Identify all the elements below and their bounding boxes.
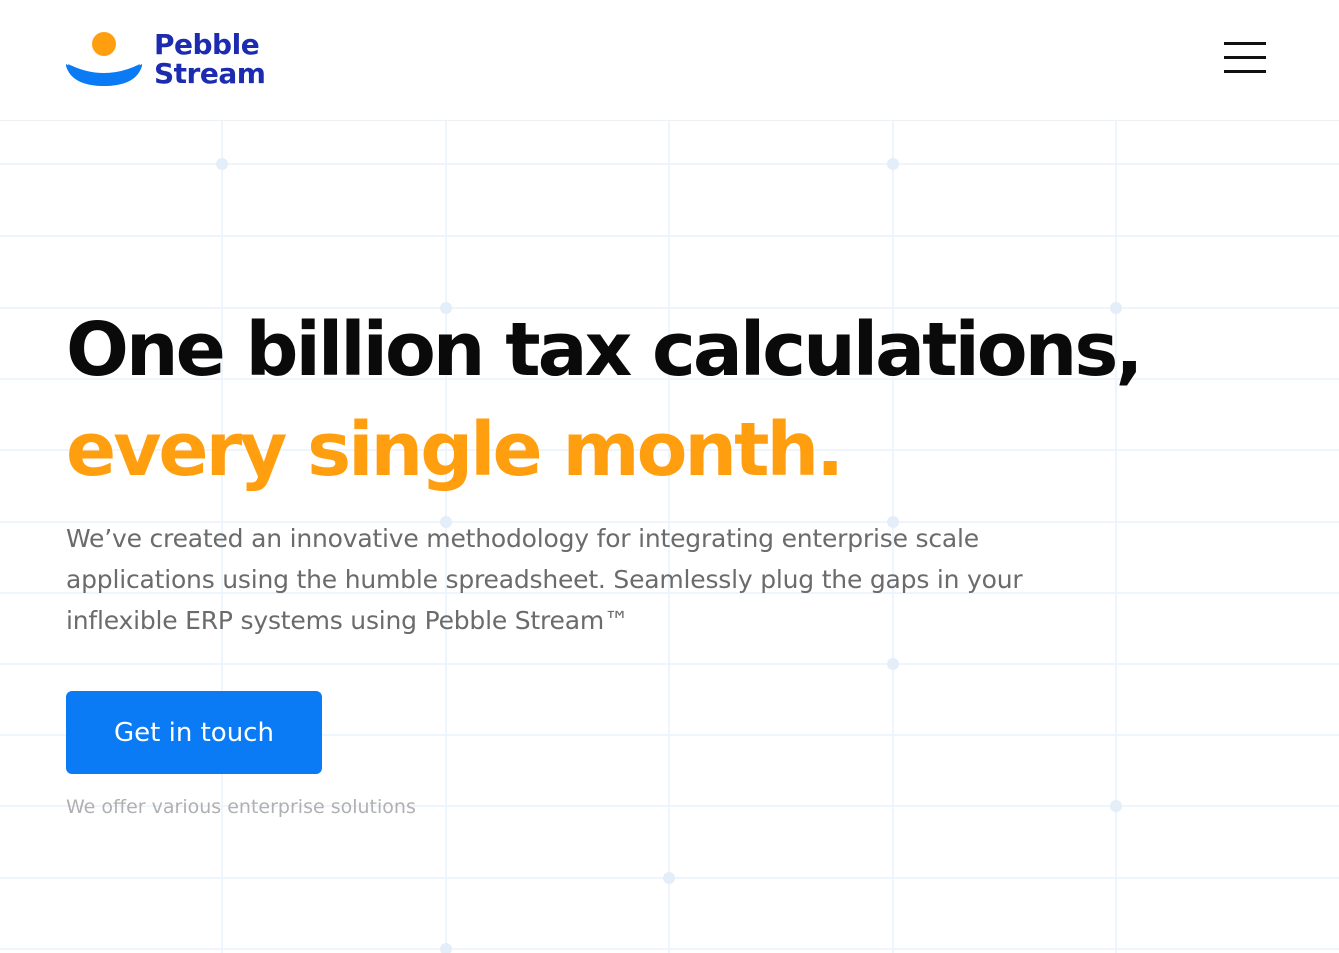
brand-name-line2: Stream — [154, 57, 266, 90]
pebble-stream-logo-icon — [66, 32, 142, 86]
hero-section: One billion tax calculations, every sing… — [66, 300, 1143, 818]
page: Pebble Stream One billion tax calculatio… — [0, 0, 1339, 953]
brand-logo[interactable]: Pebble Stream — [66, 28, 266, 90]
menu-bar-bottom — [1224, 70, 1266, 73]
brand-wordmark: Pebble Stream — [154, 28, 266, 90]
get-in-touch-button[interactable]: Get in touch — [66, 691, 322, 774]
site-header: Pebble Stream — [0, 0, 1339, 121]
cta-subtext: We offer various enterprise solutions — [66, 796, 416, 818]
hero-intro-paragraph: We’ve created an innovative methodology … — [66, 524, 1023, 635]
hamburger-menu-icon[interactable] — [1224, 42, 1266, 74]
menu-bar-top — [1224, 42, 1266, 45]
hero-headline: One billion tax calculations, every sing… — [66, 300, 1143, 500]
headline-line-1: One billion tax calculations, — [66, 307, 1143, 393]
brand-name-line1: Pebble — [154, 28, 260, 61]
headline-line-2-accent: every single month. — [66, 407, 844, 493]
menu-bar-middle — [1224, 56, 1266, 59]
